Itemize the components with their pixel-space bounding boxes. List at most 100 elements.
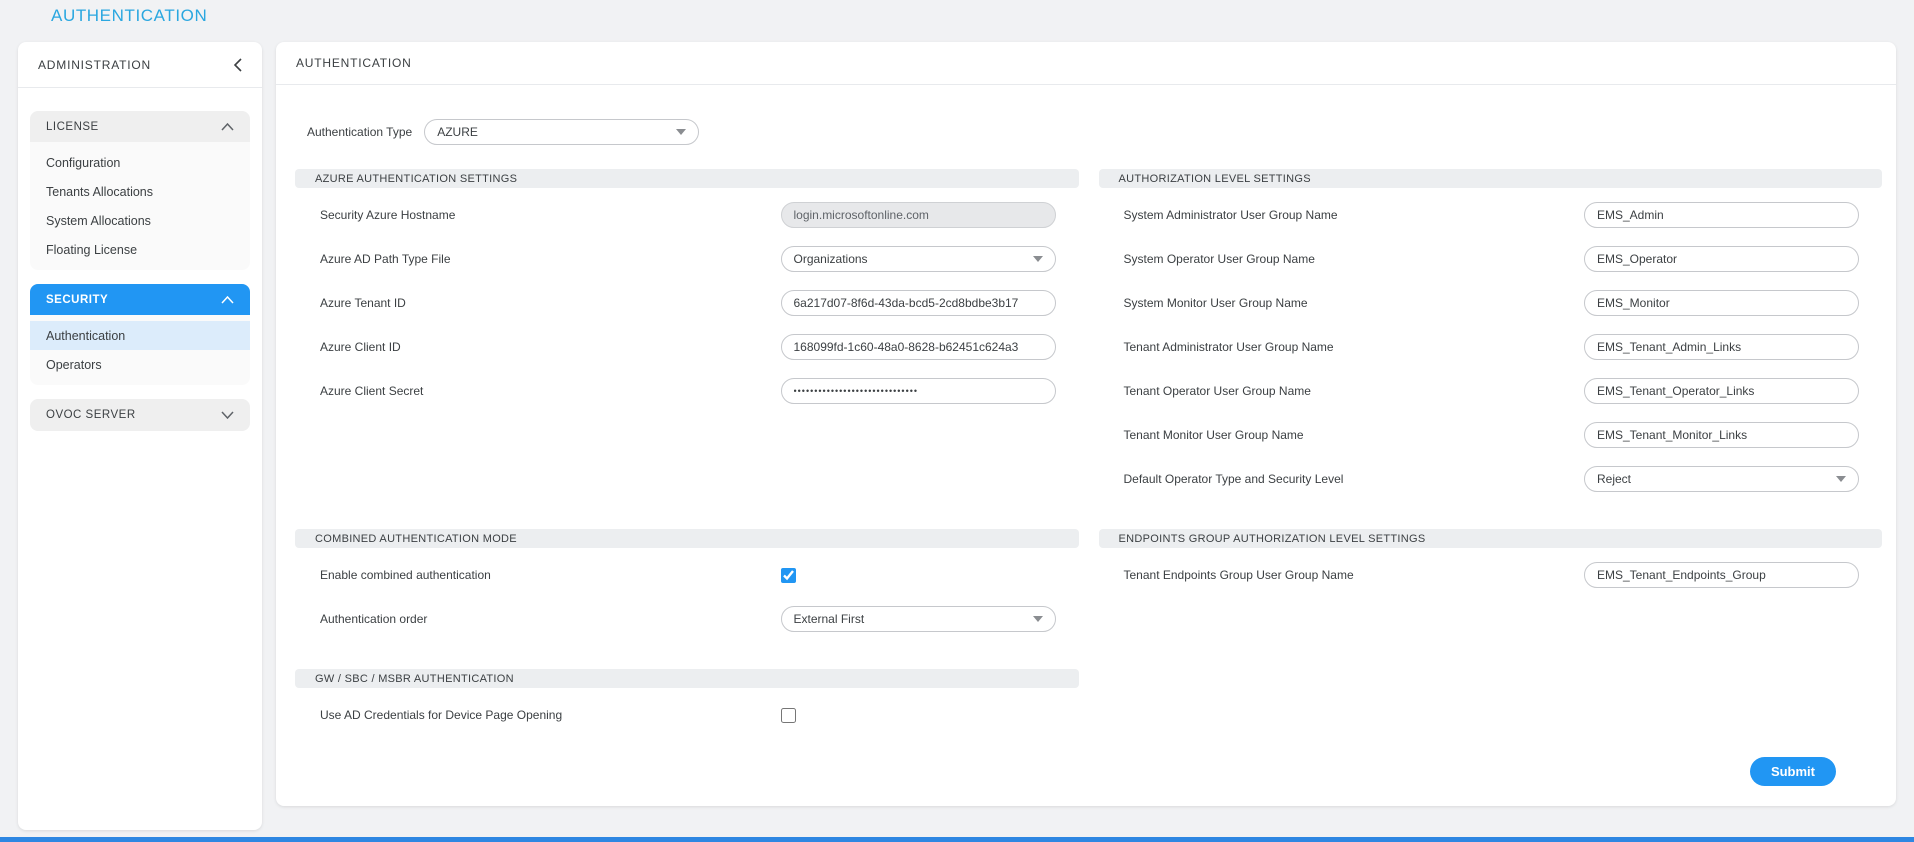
chevron-down-icon xyxy=(221,411,234,419)
field-row: Tenant Endpoints Group User Group Name xyxy=(1099,553,1883,597)
section-header-combined: COMBINED AUTHENTICATION MODE xyxy=(295,529,1079,548)
ad-credentials-label: Use AD Credentials for Device Page Openi… xyxy=(320,708,781,722)
sidebar-header: ADMINISTRATION xyxy=(18,42,262,88)
client-id-label: Azure Client ID xyxy=(320,340,781,354)
client-id-input[interactable] xyxy=(781,334,1056,360)
field-row: Enable combined authentication xyxy=(295,553,1079,597)
sidebar-group-security: SECURITY Authentication Operators xyxy=(30,284,250,385)
chevron-down-icon xyxy=(1836,476,1846,482)
tenant-operator-group-input[interactable] xyxy=(1584,378,1859,404)
sidebar-item-system-allocations[interactable]: System Allocations xyxy=(30,206,250,235)
tenant-operator-group-label: Tenant Operator User Group Name xyxy=(1124,384,1585,398)
sidebar-nav: LICENSE Configuration Tenants Allocation… xyxy=(18,88,262,457)
submit-row: Submit xyxy=(295,737,1882,806)
settings-grid: AZURE AUTHENTICATION SETTINGS Security A… xyxy=(295,169,1882,737)
auth-order-select[interactable]: External First xyxy=(781,606,1056,632)
tenant-endpoints-group-input[interactable] xyxy=(1584,562,1859,588)
auth-type-value: AZURE xyxy=(437,125,478,139)
system-admin-group-label: System Administrator User Group Name xyxy=(1124,208,1585,222)
page-title: AUTHENTICATION xyxy=(51,6,207,26)
section-combined-auth: COMBINED AUTHENTICATION MODE Enable comb… xyxy=(295,529,1079,641)
sidebar-item-authentication[interactable]: Authentication xyxy=(30,321,250,350)
tenant-id-label: Azure Tenant ID xyxy=(320,296,781,310)
enable-combined-auth-label: Enable combined authentication xyxy=(320,568,781,582)
field-row: Azure Client ID xyxy=(295,325,1079,369)
main-content: Authentication Type AZURE AZURE AUTHENTI… xyxy=(276,85,1896,806)
chevron-down-icon xyxy=(1033,616,1043,622)
field-row: Tenant Monitor User Group Name xyxy=(1099,413,1883,457)
system-operator-group-label: System Operator User Group Name xyxy=(1124,252,1585,266)
auth-order-value: External First xyxy=(794,612,865,626)
path-type-label: Azure AD Path Type File xyxy=(320,252,781,266)
sidebar-group-license: LICENSE Configuration Tenants Allocation… xyxy=(30,111,250,270)
main-title: AUTHENTICATION xyxy=(296,56,412,70)
sidebar-group-header-security[interactable]: SECURITY xyxy=(30,284,250,315)
sidebar-item-tenants-allocations[interactable]: Tenants Allocations xyxy=(30,177,250,206)
section-endpoints-group: ENDPOINTS GROUP AUTHORIZATION LEVEL SETT… xyxy=(1099,529,1883,597)
field-row: System Operator User Group Name xyxy=(1099,237,1883,281)
field-row: Authentication order External First xyxy=(295,597,1079,641)
chevron-down-icon xyxy=(1033,256,1043,262)
field-row: Azure Tenant ID xyxy=(295,281,1079,325)
field-row: System Administrator User Group Name xyxy=(1099,193,1883,237)
ad-credentials-checkbox[interactable] xyxy=(781,708,796,723)
group-label: OVOC SERVER xyxy=(46,409,136,421)
field-row: Security Azure Hostname xyxy=(295,193,1079,237)
sidebar-group-items-license: Configuration Tenants Allocations System… xyxy=(30,142,250,270)
system-operator-group-input[interactable] xyxy=(1584,246,1859,272)
auth-order-label: Authentication order xyxy=(320,612,781,626)
sidebar-item-configuration[interactable]: Configuration xyxy=(30,148,250,177)
system-monitor-group-label: System Monitor User Group Name xyxy=(1124,296,1585,310)
section-header-endpoints: ENDPOINTS GROUP AUTHORIZATION LEVEL SETT… xyxy=(1099,529,1883,548)
client-secret-input[interactable] xyxy=(781,378,1056,404)
default-operator-value: Reject xyxy=(1597,472,1631,486)
section-authorization-level: AUTHORIZATION LEVEL SETTINGS System Admi… xyxy=(1099,169,1883,501)
layout: ADMINISTRATION LICENSE Configuration Ten… xyxy=(18,42,1896,830)
default-operator-label: Default Operator Type and Security Level xyxy=(1124,472,1585,486)
main-header: AUTHENTICATION xyxy=(276,42,1896,85)
chevron-down-icon xyxy=(676,129,686,135)
section-header-gw: GW / SBC / MSBR AUTHENTICATION xyxy=(295,669,1079,688)
sidebar: ADMINISTRATION LICENSE Configuration Ten… xyxy=(18,42,262,830)
section-gw-sbc-msbr: GW / SBC / MSBR AUTHENTICATION Use AD Cr… xyxy=(295,669,1079,737)
sidebar-item-floating-license[interactable]: Floating License xyxy=(30,235,250,264)
bottom-accent-bar xyxy=(0,837,1914,842)
ctrl-cell xyxy=(781,568,1056,583)
auth-type-select[interactable]: AZURE xyxy=(424,119,699,145)
sidebar-group-items-security: Authentication Operators xyxy=(30,315,250,385)
ctrl-cell xyxy=(781,708,1056,723)
section-title: ENDPOINTS GROUP AUTHORIZATION LEVEL SETT… xyxy=(1119,533,1426,545)
tenant-admin-group-input[interactable] xyxy=(1584,334,1859,360)
system-monitor-group-input[interactable] xyxy=(1584,290,1859,316)
hostname-label: Security Azure Hostname xyxy=(320,208,781,222)
enable-combined-auth-checkbox[interactable] xyxy=(781,568,796,583)
default-operator-select[interactable]: Reject xyxy=(1584,466,1859,492)
field-row: Default Operator Type and Security Level… xyxy=(1099,457,1883,501)
path-type-value: Organizations xyxy=(794,252,868,266)
field-row: Tenant Operator User Group Name xyxy=(1099,369,1883,413)
group-label: LICENSE xyxy=(46,121,99,133)
sidebar-group-ovoc-server: OVOC SERVER xyxy=(30,399,250,431)
field-row: System Monitor User Group Name xyxy=(1099,281,1883,325)
section-header-authorization: AUTHORIZATION LEVEL SETTINGS xyxy=(1099,169,1883,188)
tenant-monitor-group-input[interactable] xyxy=(1584,422,1859,448)
tenant-endpoints-group-label: Tenant Endpoints Group User Group Name xyxy=(1124,568,1585,582)
tenant-id-input[interactable] xyxy=(781,290,1056,316)
tenant-admin-group-label: Tenant Administrator User Group Name xyxy=(1124,340,1585,354)
hostname-input xyxy=(781,202,1056,228)
client-secret-label: Azure Client Secret xyxy=(320,384,781,398)
path-type-select[interactable]: Organizations xyxy=(781,246,1056,272)
collapse-sidebar-icon[interactable] xyxy=(233,58,242,72)
chevron-up-icon xyxy=(221,296,234,304)
sidebar-group-header-license[interactable]: LICENSE xyxy=(30,111,250,142)
section-title: COMBINED AUTHENTICATION MODE xyxy=(315,533,517,545)
submit-button[interactable]: Submit xyxy=(1750,757,1836,786)
tenant-monitor-group-label: Tenant Monitor User Group Name xyxy=(1124,428,1585,442)
system-admin-group-input[interactable] xyxy=(1584,202,1859,228)
section-azure-authentication: AZURE AUTHENTICATION SETTINGS Security A… xyxy=(295,169,1079,413)
section-title: AUTHORIZATION LEVEL SETTINGS xyxy=(1119,173,1311,185)
sidebar-item-operators[interactable]: Operators xyxy=(30,350,250,379)
auth-type-row: Authentication Type AZURE xyxy=(307,119,1882,145)
field-row: Use AD Credentials for Device Page Openi… xyxy=(295,693,1079,737)
sidebar-group-header-ovoc-server[interactable]: OVOC SERVER xyxy=(30,399,250,431)
